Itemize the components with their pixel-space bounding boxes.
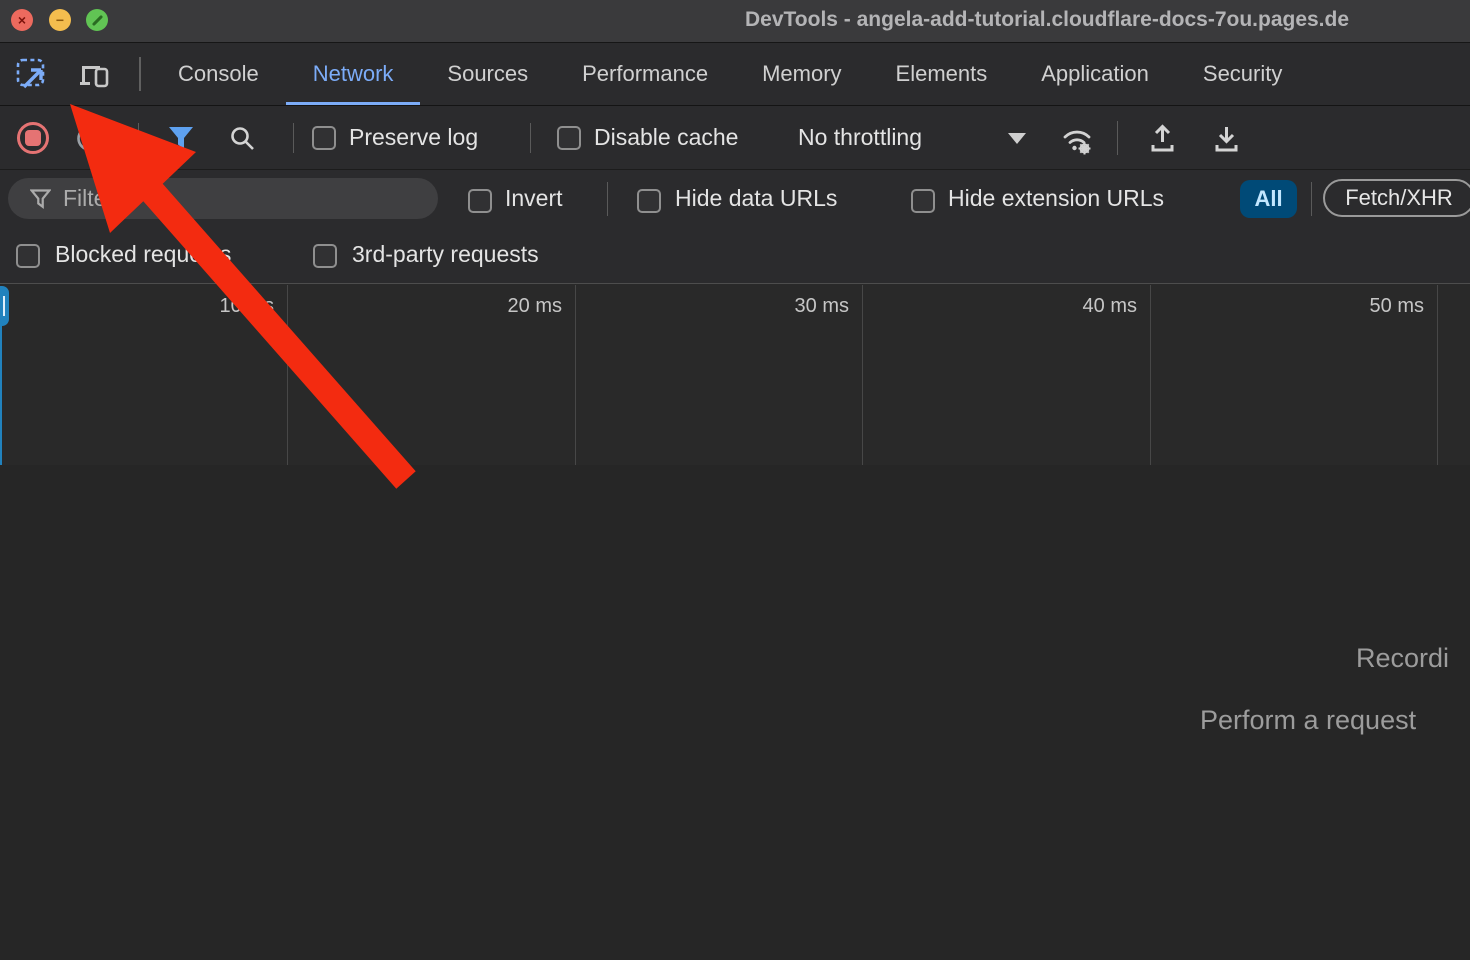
filter-separator <box>607 182 608 216</box>
tab-strip: Console Network Sources Performance Memo… <box>151 43 1309 105</box>
timeline-gridline <box>1437 285 1438 465</box>
export-har-button[interactable] <box>1210 122 1243 155</box>
empty-state-recording-text: Recordi <box>1356 643 1449 674</box>
timeline-tick-label: 50 ms <box>1304 295 1424 318</box>
blocked-requests-checkbox[interactable] <box>16 244 40 268</box>
devtools-tab-bar: Console Network Sources Performance Memo… <box>0 43 1470 106</box>
filter-type-all-chip[interactable]: All <box>1240 180 1297 218</box>
zoom-disabled-icon <box>91 14 102 25</box>
devtools-window: × − DevTools - angela-add-tutorial.cloud… <box>0 0 1470 960</box>
hide-data-urls-label: Hide data URLs <box>675 185 837 212</box>
close-window-button[interactable]: × <box>11 9 33 31</box>
timeline-gridline <box>287 285 288 465</box>
third-party-requests-label: 3rd-party requests <box>352 241 539 268</box>
minimize-window-button[interactable]: − <box>49 9 71 31</box>
filter-funnel-small-icon <box>30 189 51 209</box>
toolbar-separator <box>138 123 139 153</box>
filter-separator <box>1311 182 1312 216</box>
throttling-dropdown-caret-icon[interactable] <box>1008 133 1026 144</box>
inspect-cursor-icon <box>15 57 49 91</box>
overview-handle-line <box>0 326 2 465</box>
disable-cache-checkbox[interactable] <box>557 126 581 150</box>
network-filter-row: Invert Hide data URLs Hide extension URL… <box>0 170 1470 228</box>
network-filter-row-2: Blocked requests 3rd-party requests <box>0 228 1470 283</box>
timeline-tick-label: 30 ms <box>729 295 849 318</box>
timeline-tick-label: 20 ms <box>442 295 562 318</box>
tab-console[interactable]: Console <box>151 43 286 105</box>
disable-cache-label: Disable cache <box>594 124 738 151</box>
tab-network[interactable]: Network <box>286 43 421 105</box>
tab-elements[interactable]: Elements <box>869 43 1015 105</box>
tab-application[interactable]: Application <box>1014 43 1176 105</box>
window-title: DevTools - angela-add-tutorial.cloudflar… <box>745 8 1349 32</box>
preserve-log-label: Preserve log <box>349 124 478 151</box>
empty-state-instruction-text: Perform a request <box>1200 705 1416 736</box>
filter-input[interactable] <box>61 184 395 213</box>
timeline-gridline <box>862 285 863 465</box>
inspect-element-button[interactable] <box>14 56 50 92</box>
clear-network-log-button[interactable] <box>76 125 103 152</box>
tabbar-separator <box>139 57 141 91</box>
toolbar-separator <box>530 123 531 153</box>
hide-extension-urls-checkbox[interactable] <box>911 189 935 213</box>
timeline-gridline <box>1150 285 1151 465</box>
invert-label: Invert <box>505 185 563 212</box>
throttling-select[interactable]: No throttling <box>798 124 922 151</box>
filter-funnel-button[interactable] <box>167 125 195 152</box>
tab-sources[interactable]: Sources <box>420 43 555 105</box>
toolbar-separator <box>293 123 294 153</box>
toolbar-separator <box>1117 121 1118 155</box>
invert-checkbox[interactable] <box>468 189 492 213</box>
network-toolbar: Preserve log Disable cache No throttling <box>0 106 1470 170</box>
network-overview-timeline[interactable]: 10 ms 20 ms 30 ms 40 ms 50 ms <box>0 283 1470 467</box>
requests-panel: Recordi Perform a request <box>0 465 1470 960</box>
import-har-button[interactable] <box>1146 122 1179 155</box>
hide-data-urls-checkbox[interactable] <box>637 189 661 213</box>
third-party-requests-checkbox[interactable] <box>313 244 337 268</box>
toggle-device-toolbar-button[interactable] <box>76 56 112 92</box>
record-network-log-button[interactable] <box>17 122 49 154</box>
title-bar: × − DevTools - angela-add-tutorial.cloud… <box>0 0 1470 43</box>
blocked-requests-label: Blocked requests <box>55 241 231 268</box>
zoom-window-button[interactable] <box>86 9 108 31</box>
network-conditions-button[interactable] <box>1058 120 1096 158</box>
tab-memory[interactable]: Memory <box>735 43 868 105</box>
filter-input-pill <box>8 178 438 219</box>
tab-security[interactable]: Security <box>1176 43 1309 105</box>
hide-extension-urls-label: Hide extension URLs <box>948 185 1164 212</box>
search-button[interactable] <box>229 125 256 152</box>
device-toolbar-icon <box>76 56 112 92</box>
filter-type-fetch-xhr-chip[interactable]: Fetch/XHR <box>1323 179 1470 217</box>
timeline-gridline <box>575 285 576 465</box>
timeline-tick-label: 40 ms <box>1017 295 1137 318</box>
tab-performance[interactable]: Performance <box>555 43 735 105</box>
overview-drag-handle[interactable] <box>0 286 9 326</box>
timeline-tick-label: 10 ms <box>154 295 274 318</box>
preserve-log-checkbox[interactable] <box>312 126 336 150</box>
